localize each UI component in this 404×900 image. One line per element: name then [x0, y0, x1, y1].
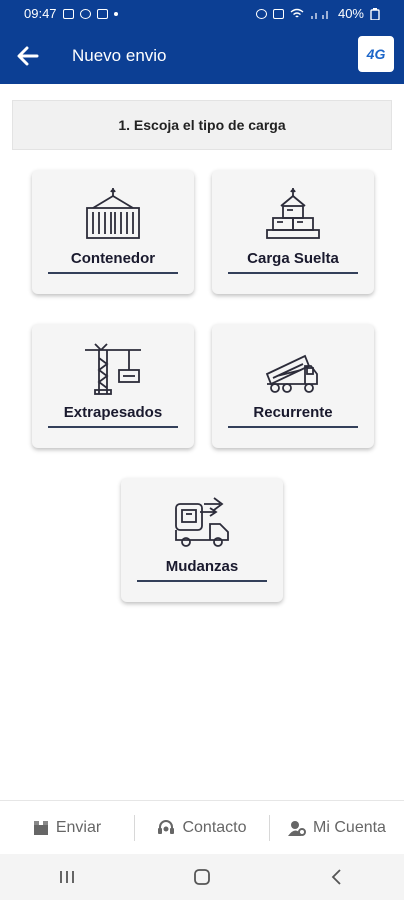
cargo-option-contenedor[interactable]: Contenedor	[32, 170, 194, 294]
mute-icon	[272, 8, 284, 19]
nav-label: Contacto	[182, 819, 247, 836]
nav-enviar[interactable]: Enviar	[0, 819, 134, 837]
label-underline	[228, 272, 358, 274]
cargo-option-label: Extrapesados	[63, 404, 163, 421]
user-gear-icon	[288, 821, 307, 836]
nav-mi-cuenta[interactable]: Mi Cuenta	[270, 819, 404, 837]
calendar-icon	[96, 8, 108, 19]
page-title: Nuevo envio	[72, 46, 167, 65]
nav-label: Mi Cuenta	[313, 819, 386, 836]
back-button[interactable]	[12, 40, 44, 72]
nav-contacto[interactable]: Contacto	[135, 819, 269, 837]
logo-text: 4G	[366, 46, 386, 62]
status-bar: 09:47 40%	[0, 0, 404, 28]
signal-icon	[310, 11, 328, 19]
container-crane-icon	[86, 188, 140, 239]
cargo-option-label: Carga Suelta	[247, 250, 339, 267]
wifi-icon	[290, 8, 304, 18]
app-bar: Nuevo envio 4G	[0, 28, 404, 84]
dot-icon	[113, 11, 118, 16]
brand-logo: 4G	[358, 36, 394, 72]
loose-boxes-icon	[266, 188, 320, 239]
label-underline	[228, 426, 358, 428]
cargo-option-mudanzas[interactable]: Mudanzas	[121, 478, 283, 602]
box-icon	[33, 821, 48, 835]
cargo-option-recurrente[interactable]: Recurrente	[212, 324, 374, 448]
back-nav-icon[interactable]	[327, 867, 347, 887]
system-navigation	[0, 854, 404, 900]
gallery-icon	[62, 8, 74, 19]
home-icon[interactable]	[192, 867, 212, 887]
battery-level: 40%	[337, 6, 364, 21]
facebook-icon	[79, 8, 91, 19]
label-underline	[48, 426, 178, 428]
moving-truck-icon	[175, 497, 229, 547]
cargo-option-carga-suelta[interactable]: Carga Suelta	[212, 170, 374, 294]
headset-icon	[158, 820, 175, 834]
cargo-option-label: Mudanzas	[165, 558, 239, 575]
dump-truck-icon	[265, 354, 318, 393]
cargo-option-label: Contenedor	[70, 250, 156, 267]
recent-apps-icon[interactable]	[57, 869, 77, 885]
tower-crane-icon	[85, 343, 141, 395]
step-heading: 1. Escoja el tipo de carga	[12, 100, 392, 150]
arrow-left-icon	[17, 46, 39, 66]
alarm-icon	[255, 8, 267, 19]
battery-icon	[370, 7, 380, 20]
label-underline	[137, 580, 267, 582]
label-underline	[48, 272, 178, 274]
nav-label: Enviar	[55, 819, 102, 836]
cargo-option-label: Recurrente	[253, 404, 333, 421]
bottom-navigation: Enviar Contacto Mi Cuenta	[0, 800, 404, 855]
cargo-option-extrapesados[interactable]: Extrapesados	[32, 324, 194, 448]
status-time: 09:47	[24, 6, 57, 21]
